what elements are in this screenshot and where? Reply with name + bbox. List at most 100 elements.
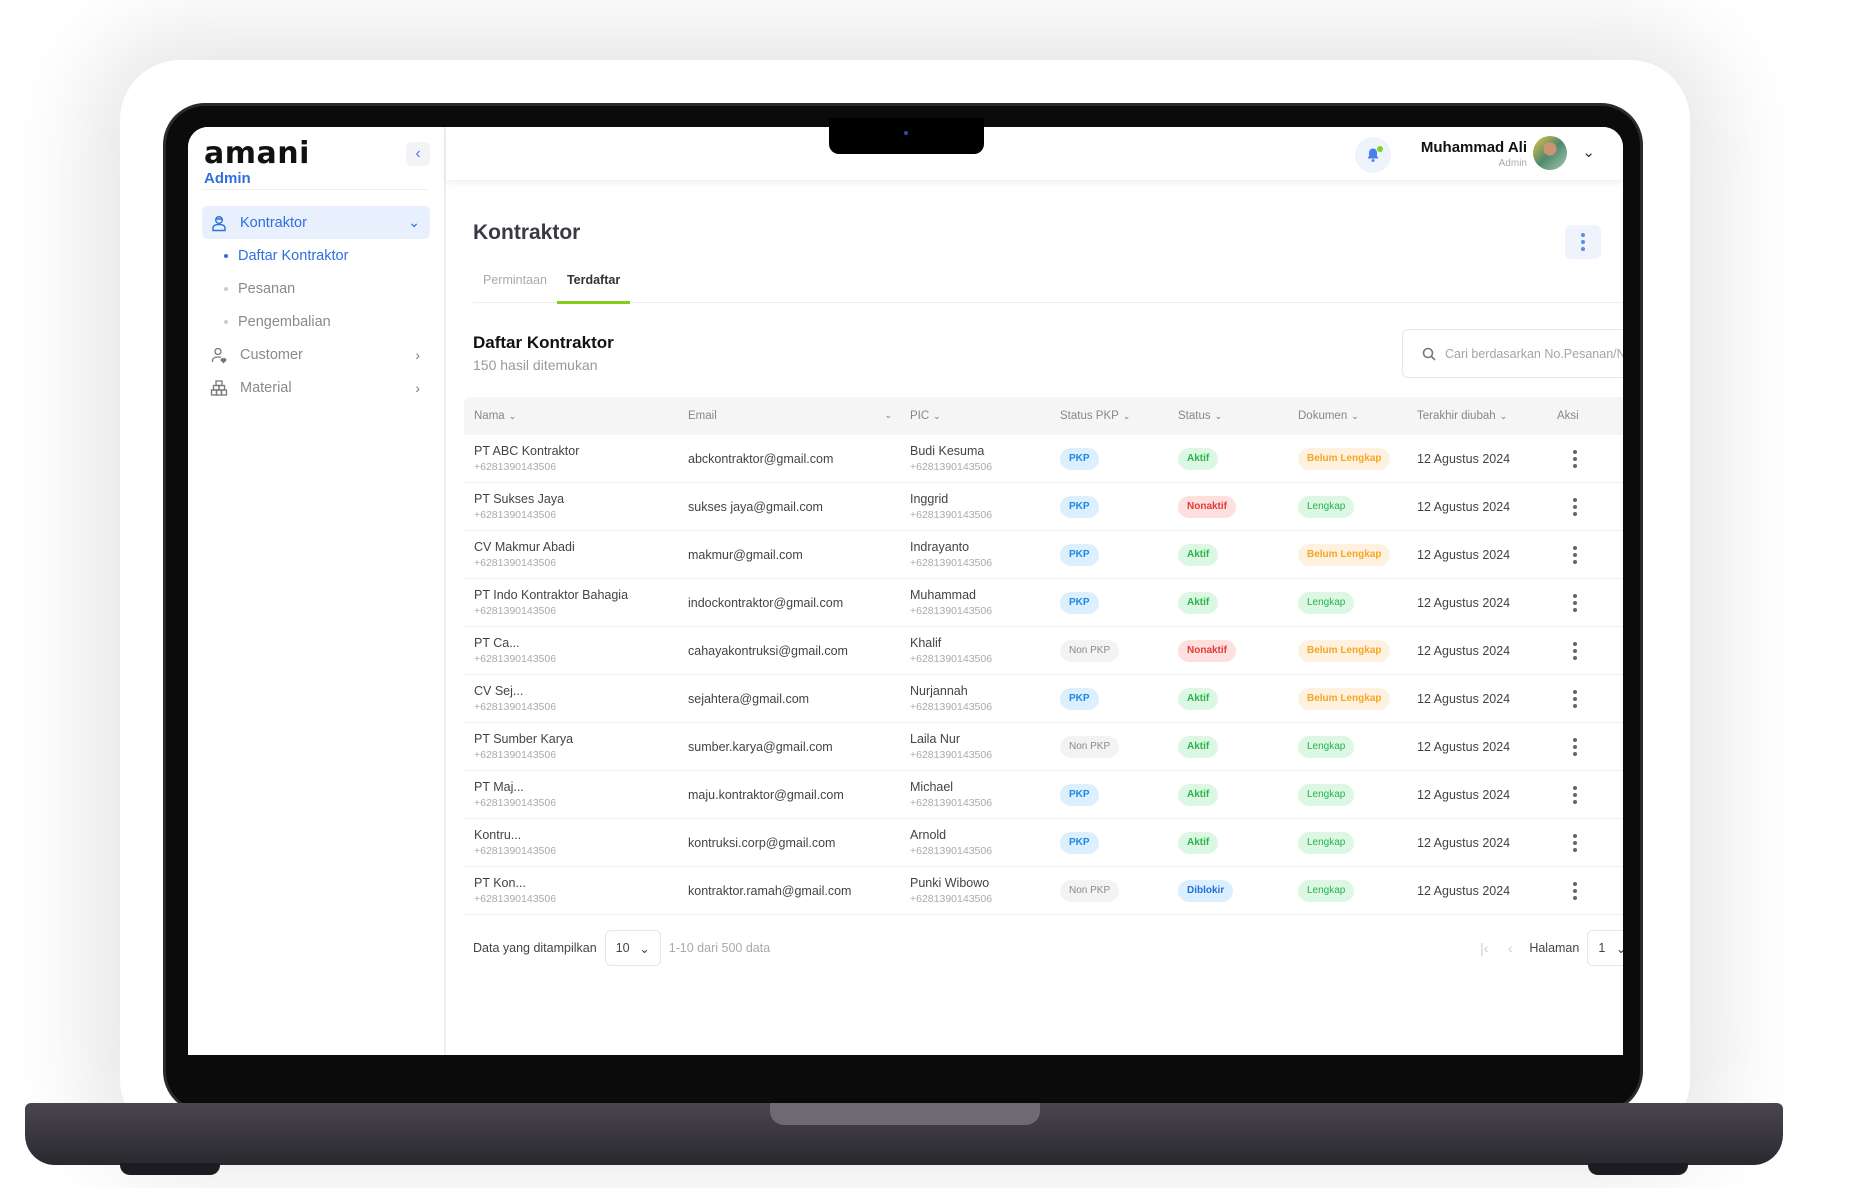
table-row[interactable]: CV Makmur Abadi +6281390143506 makmur@gmai… [464, 531, 1623, 579]
cell-aksi [1547, 737, 1607, 756]
cell-aksi [1547, 545, 1607, 564]
row-actions-button[interactable] [1565, 689, 1585, 708]
rows-per-page-select[interactable]: 10 ⌄ [604, 930, 661, 966]
column-header-status[interactable]: Status ⌄ [1168, 410, 1288, 422]
chevron-right-icon: › [415, 346, 420, 363]
sort-icon: ⌄ [508, 410, 517, 421]
camera-icon [904, 131, 908, 135]
row-actions-button[interactable] [1565, 593, 1585, 612]
user-menu-chevron-icon[interactable]: ⌄ [1582, 143, 1595, 161]
column-header-email[interactable]: Email ⌄ [678, 410, 900, 422]
table-row[interactable]: PT Sukses Jaya +6281390143506 sukses jaya@… [464, 483, 1623, 531]
cell-aksi [1547, 497, 1607, 516]
sidebar-item-kontraktor[interactable]: Kontraktor ⌄ [202, 206, 430, 239]
cell-email: cahayakontruksi@gmail.com [678, 643, 900, 659]
pic-name: Inggrid [910, 491, 949, 506]
sidebar-item-label: Customer [240, 346, 303, 363]
notification-button[interactable] [1355, 137, 1391, 173]
company-phone: +6281390143506 [474, 556, 557, 569]
table-row[interactable]: PT Sumber Karya +6281390143506 sumber.kary… [464, 723, 1623, 771]
cell-nama: PT Indo Kontraktor Bahagia +6281390143506 [464, 587, 678, 619]
email: abckontraktor@gmail.com [688, 451, 834, 466]
first-page-button[interactable]: |‹ [1471, 935, 1497, 961]
pic-phone: +6281390143506 [910, 652, 993, 665]
sidebar-subitem-pesanan[interactable]: Pesanan [202, 272, 430, 305]
row-actions-button[interactable] [1565, 449, 1585, 468]
updated-date: 12 Agustus 2024 [1417, 643, 1511, 658]
cell-nama: PT Sukses Jaya +6281390143506 [464, 491, 678, 523]
table-row[interactable]: PT Indo Kontraktor Bahagia +6281390143506… [464, 579, 1623, 627]
search-icon [1421, 346, 1437, 362]
row-actions-button[interactable] [1565, 881, 1585, 900]
cell-updated: 12 Agustus 2024 [1407, 643, 1547, 659]
cell-email: sejahtera@gmail.com [678, 691, 900, 707]
avatar[interactable] [1533, 136, 1567, 170]
table-row[interactable]: PT Kon... +6281390143506 kontraktor.ramah@… [464, 867, 1623, 915]
cell-status-pkp: Non PKP [1050, 879, 1168, 902]
table-row[interactable]: PT Ca... +6281390143506 cahayakontruksi@gm… [464, 627, 1623, 675]
row-actions-button[interactable] [1565, 737, 1585, 756]
table-row[interactable]: CV Sej... +6281390143506 sejahtera@gmail.c… [464, 675, 1623, 723]
column-header-terakhir-diubah[interactable]: Terakhir diubah ⌄ [1407, 410, 1547, 422]
main-content: Kontraktor Permintaan Terdaftar Daftar K… [448, 180, 1623, 1055]
document-badge: Belum Lengkap [1298, 687, 1391, 710]
tab-terdaftar[interactable]: Terdaftar [556, 267, 631, 304]
status-badge: Aktif [1178, 735, 1219, 758]
collapse-sidebar-button[interactable]: ‹ [406, 142, 430, 166]
sidebar-item-customer[interactable]: Customer › [202, 338, 430, 371]
tab-permintaan[interactable]: Permintaan [473, 267, 557, 303]
pkp-badge: PKP [1060, 687, 1099, 710]
user-name: Muhammad Ali [1420, 139, 1527, 156]
email: sejahtera@gmail.com [688, 691, 810, 706]
table-row[interactable]: Kontru... +6281390143506 kontruksi.corp@gm… [464, 819, 1623, 867]
prev-page-button[interactable]: ‹ [1497, 935, 1523, 961]
cell-status-pkp: PKP [1050, 543, 1168, 566]
search-box[interactable] [1402, 329, 1623, 378]
cell-status: Diblokir [1168, 879, 1288, 902]
cell-pic: Budi Kesuma +6281390143506 [900, 443, 1050, 475]
search-input[interactable] [1445, 346, 1623, 361]
row-actions-button[interactable] [1565, 545, 1585, 564]
laptop-base-notch [770, 1103, 1040, 1125]
cell-status-pkp: Non PKP [1050, 735, 1168, 758]
page-more-button[interactable] [1565, 225, 1601, 259]
sort-icon: ⌄ [1122, 410, 1131, 421]
sidebar-subitem-daftar-kontraktor[interactable]: Daftar Kontraktor [202, 239, 430, 272]
cell-pic: Michael +6281390143506 [900, 779, 1050, 811]
company-name: PT Sumber Karya [474, 731, 574, 746]
cell-status: Aktif [1168, 735, 1288, 758]
sidebar-item-label: Kontraktor [240, 214, 307, 231]
table-row[interactable]: PT ABC Kontraktor +6281390143506 abckontra… [464, 435, 1623, 483]
document-badge: Lengkap [1298, 783, 1355, 806]
page-select[interactable]: 1 ⌄ [1587, 930, 1623, 966]
sort-icon: ⌄ [1214, 410, 1223, 421]
company-phone: +6281390143506 [474, 748, 557, 761]
cell-updated: 12 Agustus 2024 [1407, 883, 1547, 899]
sidebar-item-material[interactable]: Material › [202, 371, 430, 404]
cell-updated: 12 Agustus 2024 [1407, 547, 1547, 563]
column-header-dokumen[interactable]: Dokumen ⌄ [1288, 410, 1407, 422]
row-actions-button[interactable] [1565, 497, 1585, 516]
cell-status-pkp: PKP [1050, 783, 1168, 806]
cell-updated: 12 Agustus 2024 [1407, 691, 1547, 707]
cell-pic: Muhammad +6281390143506 [900, 587, 1050, 619]
cell-nama: PT Sumber Karya +6281390143506 [464, 731, 678, 763]
column-header-nama[interactable]: Nama ⌄ [464, 410, 678, 422]
column-header-status-pkp[interactable]: Status PKP ⌄ [1050, 410, 1168, 422]
result-count: 150 hasil ditemukan [473, 357, 598, 373]
column-header-pic[interactable]: PIC ⌄ [900, 410, 1050, 422]
row-actions-button[interactable] [1565, 833, 1585, 852]
cell-pic: Punki Wibowo +6281390143506 [900, 875, 1050, 907]
column-header-aksi: Aksi [1557, 410, 1579, 422]
status-badge: Aktif [1178, 447, 1219, 470]
updated-date: 12 Agustus 2024 [1417, 739, 1511, 754]
boxes-icon [210, 379, 228, 397]
sidebar-subitem-pengembalian[interactable]: Pengembalian [202, 305, 430, 338]
row-actions-button[interactable] [1565, 785, 1585, 804]
cell-dokumen: Belum Lengkap [1288, 639, 1407, 662]
cell-status: Aktif [1168, 447, 1288, 470]
company-name: CV Sej... [474, 683, 524, 698]
table-row[interactable]: PT Maj... +6281390143506 maju.kontraktor@g… [464, 771, 1623, 819]
row-actions-button[interactable] [1565, 641, 1585, 660]
cell-status: Aktif [1168, 543, 1288, 566]
